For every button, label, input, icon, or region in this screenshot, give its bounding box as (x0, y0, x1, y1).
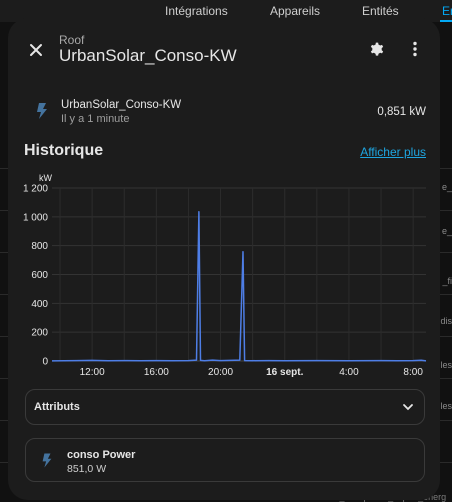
entity-state-row[interactable]: UrbanSolar_Conso-KW Il y a 1 minute 0,85… (8, 96, 440, 132)
y-tick-label: 1 200 (23, 184, 48, 195)
more-info-dialog: Roof UrbanSolar_Conso-KW UrbanSolar_Cons… (8, 18, 440, 500)
background-row-text: e_ (441, 226, 452, 236)
related-entity-name: conso Power (67, 449, 136, 461)
background-row-text: _fi (442, 276, 452, 286)
entity-name: UrbanSolar_Conso-KW (61, 99, 182, 111)
y-tick-label: 1 000 (23, 212, 48, 223)
related-entity-card[interactable]: conso Power 851,0 W (25, 438, 425, 482)
flash-icon (37, 103, 47, 119)
gear-icon (370, 42, 384, 56)
background-tab-integrations[interactable]: Intégrations (165, 4, 228, 18)
dialog-title: UrbanSolar_Conso-KW (59, 46, 237, 65)
close-icon (30, 44, 42, 56)
y-tick-label: 200 (31, 328, 48, 339)
y-tick-label: 0 (42, 357, 48, 368)
x-tick-label: 20:00 (208, 367, 233, 378)
background-row-text: dis (440, 316, 452, 326)
attributes-expander[interactable]: Attributs (25, 389, 425, 425)
x-tick-label: 8:00 (403, 367, 423, 378)
x-tick-label: 12:00 (80, 367, 105, 378)
x-tick-label: 4:00 (339, 367, 359, 378)
background-row-text: les (440, 401, 452, 411)
background-active-tab-indicator (440, 20, 452, 22)
history-chart-svg[interactable]: kW 0 200 400 600 800 1 000 1 200 12:00 16:00 20:00… (8, 168, 440, 384)
background-tab-entities[interactable]: Entités (362, 4, 399, 18)
history-title: Historique (24, 142, 104, 159)
dialog-subtitle: Roof (59, 33, 85, 47)
flash-icon (42, 453, 52, 468)
entity-state-value: 0,851 kW (377, 106, 426, 118)
series-line (51, 211, 427, 362)
history-chart[interactable]: kW 0 200 400 600 800 1 000 1 200 12:00 16:00 20:00… (8, 168, 440, 384)
more-options-button[interactable] (406, 40, 424, 58)
x-tick-label: 16 sept. (266, 367, 303, 378)
settings-button[interactable] (368, 40, 386, 58)
background-tab-truncated[interactable]: Er (442, 4, 452, 18)
y-tick-label: 400 (31, 299, 48, 310)
show-more-link[interactable]: Afficher plus (360, 145, 426, 159)
related-entity-value: 851,0 W (67, 463, 107, 475)
dots-vertical-icon (413, 41, 417, 57)
y-axis-label: kW (39, 173, 53, 183)
background-row-text: les (440, 360, 452, 370)
attributes-label: Attributs (34, 401, 80, 413)
y-tick-label: 600 (31, 270, 48, 281)
y-tick-label: 800 (31, 241, 48, 252)
x-tick-label: 16:00 (144, 367, 169, 378)
background-tab-devices[interactable]: Appareils (270, 4, 320, 18)
entity-last-changed: Il y a 1 minute (61, 113, 130, 125)
background-row-text: e_ (441, 182, 452, 192)
chevron-down-icon (403, 404, 413, 411)
dialog-header: Roof UrbanSolar_Conso-KW (8, 18, 440, 78)
close-button[interactable] (26, 40, 46, 60)
